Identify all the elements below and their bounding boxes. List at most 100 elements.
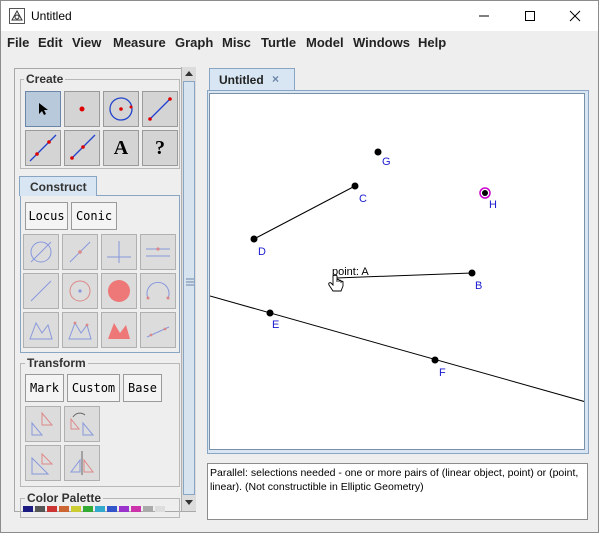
tab-untitled[interactable]: Untitled ×: [209, 68, 295, 90]
segment-between-icon: [30, 280, 52, 302]
arrow-select-icon: [39, 103, 48, 115]
sketch-canvas[interactable]: G C D B E F H point: A: [209, 93, 585, 450]
ray-tool[interactable]: [64, 130, 100, 166]
app-window: Untitled File Edit View Measure Graph Mi…: [0, 0, 599, 533]
circle-interior-icon: [108, 280, 130, 302]
angle-bisector-tool[interactable]: [140, 312, 176, 348]
menu-turtle[interactable]: Turtle: [261, 35, 296, 50]
circle-center-tool[interactable]: [62, 273, 98, 309]
polygon-interior-tool[interactable]: [62, 312, 98, 348]
label-g: G: [382, 156, 391, 168]
point-f[interactable]: [431, 356, 439, 364]
perpendicular-icon: [107, 241, 131, 263]
base-button[interactable]: Base: [123, 374, 162, 402]
circle-tool[interactable]: [103, 91, 139, 127]
menu-help[interactable]: Help: [418, 35, 446, 50]
perpendicular-tool[interactable]: [101, 234, 137, 270]
menu-misc[interactable]: Misc: [222, 35, 251, 50]
dilate-tool[interactable]: [25, 445, 61, 481]
line-ef[interactable]: [210, 295, 585, 402]
transform-group-label: Transform: [25, 356, 88, 370]
segment-dc[interactable]: [253, 185, 356, 240]
line-tool-icon: [29, 134, 57, 162]
label-f: F: [439, 367, 446, 379]
reflect-tool[interactable]: [64, 445, 100, 481]
hover-tooltip: point: A: [332, 266, 369, 278]
translate-tool[interactable]: [25, 406, 61, 442]
intersection-icon: [30, 241, 52, 263]
label-b: B: [475, 280, 482, 292]
text-tool-icon: A: [113, 136, 129, 159]
menu-model[interactable]: Model: [306, 35, 344, 50]
circle-interior-tool[interactable]: [101, 273, 137, 309]
scrollbar-thumb[interactable]: [183, 81, 195, 495]
midpoint-tool[interactable]: [62, 234, 98, 270]
app-logo-icon: [9, 8, 25, 24]
help-tool-icon: ?: [155, 136, 165, 159]
reflect-icon: [70, 451, 94, 475]
scroll-up-icon[interactable]: [184, 69, 194, 77]
polygon-tool[interactable]: [23, 312, 59, 348]
locus-button[interactable]: Locus: [25, 202, 68, 230]
translate-icon: [31, 411, 54, 436]
maximize-icon: [525, 11, 535, 21]
polygon-icon: [29, 321, 53, 340]
menu-windows[interactable]: Windows: [353, 35, 410, 50]
circle-center-icon: [69, 280, 91, 302]
polygon-filled-tool[interactable]: [101, 312, 137, 348]
segment-tool-icon: [148, 97, 172, 121]
maximize-button[interactable]: [507, 1, 553, 31]
point-b[interactable]: [468, 269, 476, 277]
help-tool[interactable]: ?: [142, 130, 178, 166]
conic-button[interactable]: Conic: [71, 202, 117, 230]
minimize-icon: [479, 15, 489, 17]
point-c[interactable]: [351, 182, 359, 190]
close-icon: [569, 10, 581, 22]
point-tool[interactable]: [64, 91, 100, 127]
point-g[interactable]: [374, 148, 382, 156]
color-palette-swatches[interactable]: [23, 506, 179, 512]
label-h: H: [489, 199, 497, 211]
arc-icon: [146, 281, 170, 300]
arc-tool[interactable]: [140, 273, 176, 309]
point-e[interactable]: [266, 309, 274, 317]
create-group-label: Create: [24, 72, 66, 86]
parallel-icon: [146, 247, 170, 257]
point-tool-icon: [79, 106, 85, 112]
minimize-button[interactable]: [461, 1, 507, 31]
dilate-icon: [31, 452, 54, 475]
menu-view[interactable]: View: [72, 35, 101, 50]
menu-bar: File Edit View Measure Graph Misc Turtle…: [1, 31, 598, 55]
tab-close-icon[interactable]: ×: [272, 72, 279, 86]
menu-graph[interactable]: Graph: [175, 35, 213, 50]
tab-construct[interactable]: Construct: [19, 176, 97, 196]
parallel-tool[interactable]: [140, 234, 176, 270]
arrow-select-tool[interactable]: [25, 91, 61, 127]
segment-between-tool[interactable]: [23, 273, 59, 309]
title-bar: Untitled: [1, 1, 598, 31]
intersection-tool[interactable]: [23, 234, 59, 270]
mark-button[interactable]: Mark: [25, 374, 64, 402]
toolbox-scrollbar[interactable]: [181, 67, 196, 511]
point-d[interactable]: [250, 235, 258, 243]
polygon-interior-icon: [68, 321, 92, 340]
text-tool[interactable]: A: [103, 130, 139, 166]
menu-edit[interactable]: Edit: [38, 35, 63, 50]
label-e: E: [272, 319, 279, 331]
ray-tool-icon: [70, 134, 96, 160]
angle-bisector-icon: [146, 326, 170, 338]
close-button[interactable]: [552, 1, 598, 31]
menu-file[interactable]: File: [7, 35, 29, 50]
line-tool[interactable]: [25, 130, 61, 166]
rotate-icon: [70, 412, 95, 436]
scroll-down-icon[interactable]: [184, 499, 194, 507]
circle-tool-icon: [109, 97, 133, 121]
custom-button[interactable]: Custom: [67, 374, 120, 402]
midpoint-icon: [69, 241, 91, 263]
rotate-tool[interactable]: [64, 406, 100, 442]
menu-measure[interactable]: Measure: [113, 35, 166, 50]
point-h[interactable]: [479, 187, 491, 199]
segment-tool[interactable]: [142, 91, 178, 127]
label-c: C: [359, 193, 367, 205]
color-palette-label: Color Palette: [25, 491, 104, 505]
